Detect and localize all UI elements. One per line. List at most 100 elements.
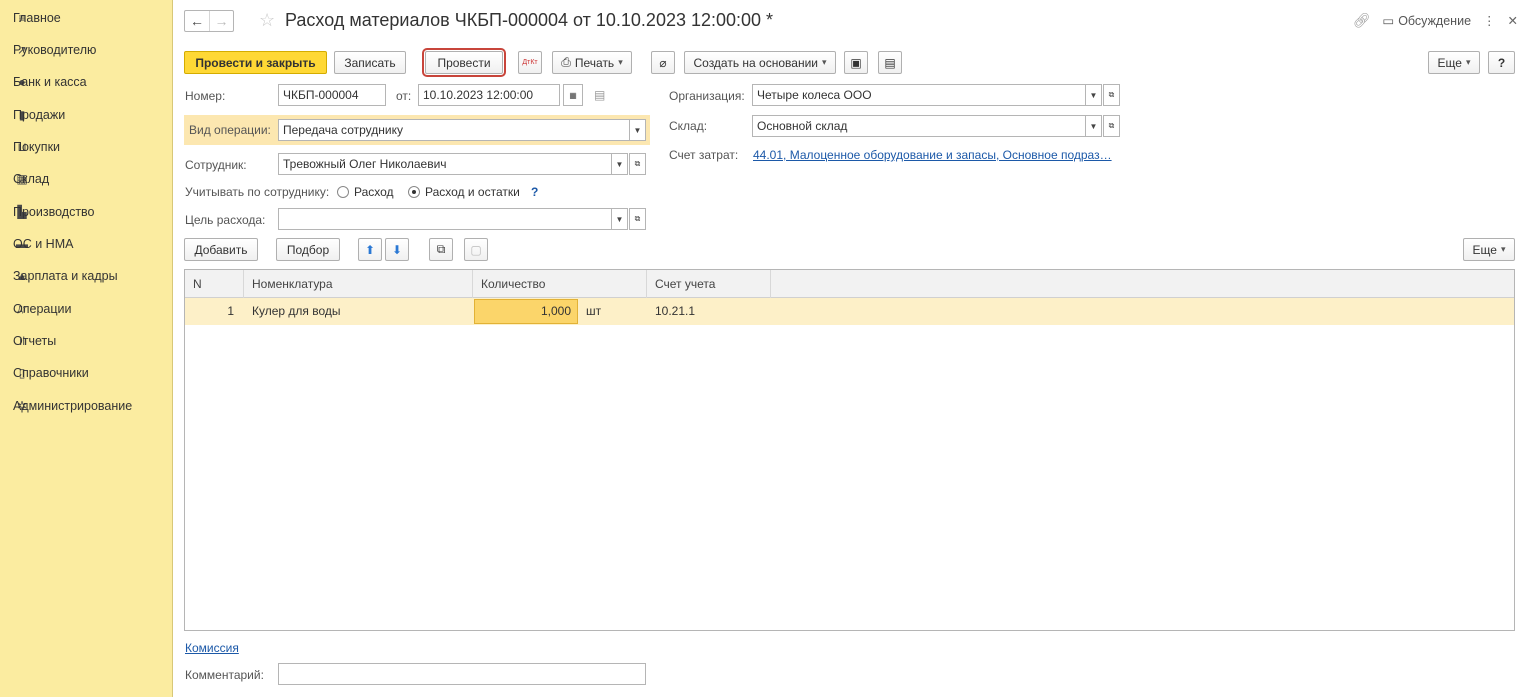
chevron-down-icon[interactable]: ▼	[1085, 84, 1102, 106]
sidebar-item-label: Производство	[13, 205, 95, 219]
radio-expense-balance-label: Расход и остатки	[425, 185, 520, 199]
calendar-icon[interactable]: ▦	[563, 84, 583, 106]
cell-unit: шт	[586, 304, 602, 318]
pick-button[interactable]: Подбор	[276, 238, 340, 261]
star-icon[interactable]: ☆	[259, 10, 275, 31]
sidebar-item-sales[interactable]: ▮ Продажи	[0, 103, 173, 127]
sidebar-item-manager[interactable]: ↗ Руководителю	[0, 38, 173, 62]
sidebar-item-label: Отчеты	[13, 334, 57, 348]
post-and-close-button[interactable]: Провести и закрыть	[184, 51, 327, 74]
cell-n: 1	[227, 304, 234, 318]
account-by-employee-label: Учитывать по сотруднику:	[185, 185, 330, 199]
cost-account-label: Счет затрат:	[669, 148, 739, 162]
discussion-label: Обсуждение	[1398, 13, 1472, 28]
sidebar-item-label: Зарплата и кадры	[13, 269, 118, 283]
sidebar-item-label: Банк и касса	[13, 75, 87, 89]
print-label: Печать	[574, 55, 615, 70]
sidebar-item-salary[interactable]: ▲ Зарплата и кадры	[0, 264, 173, 288]
comment-field[interactable]	[278, 663, 646, 685]
add-button[interactable]: Добавить	[184, 238, 258, 261]
employee-field[interactable]: Тревожный Олег Николаевич	[278, 153, 612, 175]
sidebar: ≡ Главное ↗ Руководителю ● Банк и касса …	[0, 0, 173, 697]
column-header-account[interactable]: Счет учета	[647, 270, 771, 298]
purpose-field[interactable]	[278, 208, 612, 230]
sidebar-item-purchases[interactable]: ⊔ Покупки	[0, 135, 173, 159]
sidebar-item-warehouse[interactable]: ▦ Склад	[0, 167, 173, 191]
chevron-down-icon[interactable]: ▼	[629, 119, 646, 141]
sidebar-item-reports[interactable]: ıl Отчеты	[0, 329, 173, 353]
column-header-n[interactable]: N	[185, 270, 244, 298]
cost-account-link[interactable]: 44.01, Малоценное оборудование и запасы,…	[753, 148, 1112, 162]
table-more-label: Еще	[1472, 242, 1497, 257]
chevron-down-icon[interactable]: ▼	[611, 153, 628, 175]
nav-buttons: ← →	[184, 10, 234, 32]
number-field[interactable]: ЧКБП-000004	[278, 84, 386, 106]
warehouse-label: Склад:	[669, 119, 708, 133]
sidebar-item-admin[interactable]: ✲ Администрирование	[0, 394, 173, 418]
open-icon[interactable]: ⧉	[1103, 115, 1120, 137]
sidebar-item-main[interactable]: ≡ Главное	[0, 6, 173, 30]
more-button[interactable]: Еще	[1428, 51, 1480, 74]
open-icon[interactable]: ⧉	[629, 208, 646, 230]
date-field[interactable]: 10.10.2023 12:00:00	[418, 84, 560, 106]
organization-field[interactable]: Четыре колеса ООО	[752, 84, 1086, 106]
warehouse-field[interactable]: Основной склад	[752, 115, 1086, 137]
close-icon[interactable]: ✕	[1508, 13, 1518, 28]
create-based-on-button[interactable]: Создать на основании	[684, 51, 836, 74]
table-header: N Номенклатура Количество Счет учета	[185, 270, 1514, 298]
sidebar-item-label: Справочники	[13, 366, 89, 380]
sidebar-item-production[interactable]: ▙ Производство	[0, 200, 173, 224]
structure-icon[interactable]: ▣	[844, 51, 868, 74]
printer-icon: ⎙	[561, 55, 571, 69]
sidebar-item-label: Покупки	[13, 140, 61, 154]
dt-kt-icon[interactable]: ДтКт	[518, 51, 542, 74]
column-header-quantity[interactable]: Количество	[473, 270, 647, 298]
more-vert-icon[interactable]: ⋮	[1483, 13, 1496, 28]
sidebar-item-directories[interactable]: ▯ Справочники	[0, 361, 173, 385]
forward-arrow-icon[interactable]: →	[209, 11, 233, 31]
notes-icon[interactable]: ▤	[594, 88, 605, 102]
radio-expense-label: Расход	[354, 185, 394, 199]
save-button[interactable]: Записать	[334, 51, 406, 74]
print-button[interactable]: ⎙ Печать	[552, 51, 632, 74]
help-button[interactable]: ?	[1488, 51, 1515, 74]
radio-dot	[408, 186, 420, 198]
operation-type-label: Вид операции:	[189, 123, 271, 137]
post-button[interactable]: Провести	[422, 48, 506, 77]
back-arrow-icon[interactable]: ←	[185, 11, 209, 31]
chevron-down-icon[interactable]: ▼	[1085, 115, 1102, 137]
sidebar-item-label: Операции	[13, 302, 72, 316]
sidebar-item-operations[interactable]: Дт Операции	[0, 297, 173, 321]
paste-icon[interactable]: ▢	[464, 238, 488, 261]
report-icon[interactable]: ▤	[878, 51, 902, 74]
sidebar-item-label: Администрирование	[13, 399, 133, 413]
help-mark[interactable]: ?	[531, 185, 538, 199]
radio-expense-balance[interactable]: Расход и остатки	[408, 185, 520, 199]
open-icon[interactable]: ⧉	[629, 153, 646, 175]
discussion-button[interactable]: ▭ Обсуждение	[1382, 13, 1472, 29]
move-up-icon[interactable]: ⬆	[358, 238, 382, 261]
radio-expense[interactable]: Расход	[337, 185, 394, 199]
cell-quantity[interactable]: 1,000	[474, 299, 578, 324]
employee-label: Сотрудник:	[185, 158, 247, 172]
move-down-icon[interactable]: ⬇	[385, 238, 409, 261]
link-icon[interactable]: 🔗︎	[1353, 12, 1371, 29]
open-icon[interactable]: ⧉	[1103, 84, 1120, 106]
sidebar-item-label: Склад	[13, 172, 50, 186]
sidebar-item-label: ОС и НМА	[13, 237, 74, 251]
chevron-down-icon[interactable]: ▼	[611, 208, 628, 230]
column-header-item[interactable]: Номенклатура	[244, 270, 473, 298]
table-more-button[interactable]: Еще	[1463, 238, 1515, 261]
sidebar-item-assets[interactable]: ▬ ОС и НМА	[0, 232, 173, 256]
table-row[interactable]: 1 Кулер для воды 1,000 шт 10.21.1	[185, 298, 1514, 325]
cell-account[interactable]: 10.21.1	[647, 298, 771, 325]
commission-link[interactable]: Комиссия	[185, 641, 239, 655]
copy-icon[interactable]: ⧉	[429, 238, 453, 261]
sidebar-item-bank[interactable]: ● Банк и касса	[0, 70, 173, 94]
paperclip-icon[interactable]: ⌀	[651, 51, 675, 74]
window-controls: 🔗︎ ▭ Обсуждение ⋮ ✕	[1353, 12, 1518, 29]
purpose-label: Цель расхода:	[185, 213, 266, 227]
operation-type-field[interactable]: Передача сотруднику	[278, 119, 630, 141]
cell-item[interactable]: Кулер для воды	[244, 298, 439, 325]
document-form: ← → ☆ Расход материалов ЧКБП-000004 от 1…	[174, 0, 1532, 697]
